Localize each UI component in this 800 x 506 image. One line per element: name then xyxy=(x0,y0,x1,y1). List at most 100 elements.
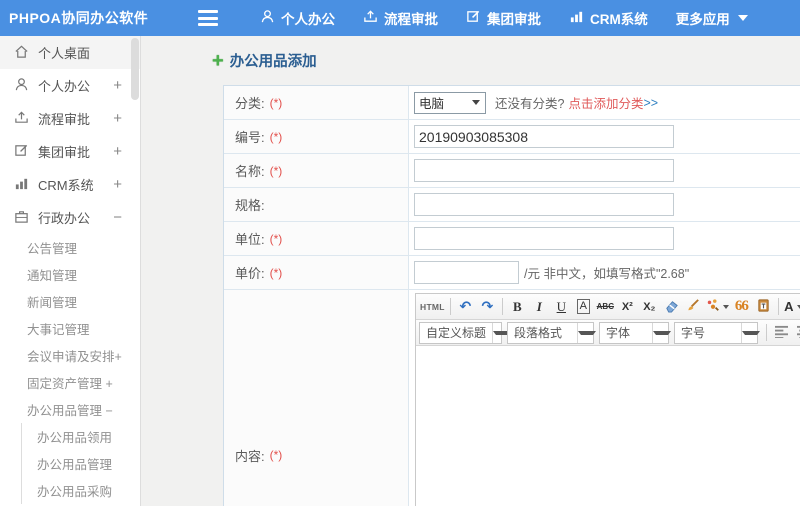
field-label: 规格: xyxy=(224,188,409,221)
form-row-category: 分类: (*) 电脑 还没有分类? 点击添加分类 >> xyxy=(224,86,800,120)
category-select[interactable]: 电脑 xyxy=(414,91,486,114)
nav-crm-system[interactable]: CRM系统 xyxy=(555,0,662,36)
caret-down-icon xyxy=(796,304,800,309)
custom-title-dropdown[interactable]: 自定义标题 xyxy=(419,321,512,344)
field-value: /元 非中文，如填写格式"2.68" xyxy=(409,256,800,289)
add-category-link[interactable]: 点击添加分类 xyxy=(568,93,643,112)
editor-content-area[interactable] xyxy=(416,346,800,506)
sidebar-item-office-supplies-mgmt[interactable]: 办公用品管理 − xyxy=(0,396,140,423)
expand-toggle[interactable]: + xyxy=(113,177,140,192)
brush-icon xyxy=(686,298,701,316)
edit-icon xyxy=(466,9,481,27)
redo-button[interactable]: ↷ xyxy=(477,296,498,317)
price-input[interactable] xyxy=(414,261,519,284)
form-row-content: 内容: (*) HTML ↶ ↷ B I U A ABC X² X₂ 66 A … xyxy=(224,290,800,506)
sidebar-item-label: 行政办公 xyxy=(38,211,91,226)
paragraph-format-dropdown[interactable]: 段落格式 xyxy=(507,321,596,344)
font-size-dropdown[interactable]: 字号 xyxy=(674,321,760,344)
subscript-button[interactable]: X₂ xyxy=(639,296,660,317)
sidebar-item-supplies-claim[interactable]: 办公用品领用 xyxy=(22,423,140,450)
main-content: + 办公用品添加 分类: (*) 电脑 还没有分类? 点击添加分类 >> 编号:… xyxy=(142,36,800,506)
add-plus-icon: + xyxy=(212,49,224,72)
undo-button[interactable]: ↶ xyxy=(455,296,476,317)
italic-button[interactable]: I xyxy=(529,296,550,317)
rich-text-editor: HTML ↶ ↷ B I U A ABC X² X₂ 66 A 自定义标题 段落… xyxy=(415,293,800,506)
format-painter-button[interactable] xyxy=(683,296,704,317)
required-marker: (*) xyxy=(269,448,283,462)
required-marker: (*) xyxy=(269,163,283,178)
unit-input[interactable] xyxy=(414,227,674,250)
strikethrough-button[interactable]: ABC xyxy=(595,296,616,317)
sidebar-item-crm[interactable]: CRM系统 + xyxy=(0,168,140,201)
sidebar-scrollbar-thumb[interactable] xyxy=(131,38,139,100)
clipboard-t-icon xyxy=(756,298,771,316)
app-logo[interactable]: PHPOA协同办公软件 xyxy=(0,8,180,28)
add-category-link-arrows[interactable]: >> xyxy=(643,96,658,110)
user-icon xyxy=(260,9,275,27)
menu-toggle-button[interactable] xyxy=(198,10,220,26)
boxed-a-icon: A xyxy=(576,299,590,314)
nav-group-approval[interactable]: 集团审批 xyxy=(452,0,555,36)
office-supplies-submenu: 办公用品领用 办公用品管理 办公用品采购 xyxy=(21,423,140,504)
sidebar-item-personal-office[interactable]: 个人办公 + xyxy=(0,69,140,102)
form-row-spec: 规格: xyxy=(224,188,800,222)
align-left-button[interactable] xyxy=(771,322,792,343)
label-text: 规格: xyxy=(235,198,265,213)
form-row-price: 单价: (*) /元 非中文，如填写格式"2.68" xyxy=(224,256,800,290)
dropdown-label: 字体 xyxy=(606,326,631,340)
caret-down-icon xyxy=(722,304,729,309)
sidebar-item-workflow-approval[interactable]: 流程审批 + xyxy=(0,102,140,135)
collapse-toggle[interactable]: − xyxy=(113,210,140,225)
blockquote-button[interactable]: 66 xyxy=(731,296,752,317)
nav-workflow-approval[interactable]: 流程审批 xyxy=(349,0,452,36)
field-value xyxy=(409,154,800,187)
bar-chart-icon xyxy=(569,9,584,27)
caret-down-icon xyxy=(652,322,671,343)
code-input[interactable] xyxy=(414,125,674,148)
remove-format-button[interactable] xyxy=(661,296,682,317)
redo-icon: ↷ xyxy=(481,298,494,314)
sidebar-item-events-mgmt[interactable]: 大事记管理 xyxy=(0,315,140,342)
align-center-button[interactable] xyxy=(793,322,800,343)
expand-toggle[interactable]: + xyxy=(113,144,140,159)
sidebar-item-group-approval[interactable]: 集团审批 + xyxy=(0,135,140,168)
nav-label: 更多应用 xyxy=(675,12,730,27)
expand-toggle[interactable]: + xyxy=(113,111,140,126)
toolbar-separator xyxy=(766,324,767,341)
subscript-icon: X₂ xyxy=(643,300,656,313)
sidebar-item-news-mgmt[interactable]: 新闻管理 xyxy=(0,288,140,315)
strikethrough-icon: ABC xyxy=(596,302,614,311)
sidebar-item-notice-mgmt[interactable]: 通知管理 xyxy=(0,261,140,288)
autoformat-button[interactable]: A xyxy=(573,296,594,317)
sidebar-item-announcement-mgmt[interactable]: 公告管理 xyxy=(0,234,140,261)
nav-personal-office[interactable]: 个人办公 xyxy=(246,0,349,36)
bold-button[interactable]: B xyxy=(507,296,528,317)
superscript-button[interactable]: X² xyxy=(617,296,638,317)
nav-more-apps[interactable]: 更多应用 xyxy=(662,0,762,36)
paste-text-button[interactable] xyxy=(753,296,774,317)
font-family-dropdown[interactable]: 字体 xyxy=(599,321,671,344)
sidebar-item-supplies-purchase[interactable]: 办公用品采购 xyxy=(22,477,140,504)
font-color-button[interactable]: A xyxy=(783,296,800,317)
sidebar-item-admin-office[interactable]: 行政办公 − xyxy=(0,201,140,234)
dropdown-label: 段落格式 xyxy=(514,326,563,340)
field-label: 单价: (*) xyxy=(224,256,409,289)
label-text: 编号: xyxy=(235,130,265,145)
underline-button[interactable]: U xyxy=(551,296,572,317)
sidebar-item-meeting-mgmt[interactable]: 会议申请及安排+ xyxy=(0,342,140,369)
auto-typeset-button[interactable] xyxy=(705,296,730,317)
spec-input[interactable] xyxy=(414,193,674,216)
name-input[interactable] xyxy=(414,159,674,182)
sidebar-item-supplies-manage[interactable]: 办公用品管理 xyxy=(22,450,140,477)
sidebar-item-desktop[interactable]: 个人桌面 xyxy=(0,36,140,69)
sidebar-item-label: 个人桌面 xyxy=(38,46,91,61)
html-source-button[interactable]: HTML xyxy=(419,296,446,317)
form-row-name: 名称: (*) xyxy=(224,154,800,188)
align-left-icon xyxy=(774,325,789,341)
label-text: 单价: xyxy=(235,266,265,281)
home-icon xyxy=(14,44,38,62)
quote-icon: 66 xyxy=(734,298,749,314)
sidebar-item-label: 个人办公 xyxy=(38,79,91,94)
toolbar-separator xyxy=(777,298,779,315)
sidebar-item-fixed-assets-mgmt[interactable]: 固定资产管理 + xyxy=(0,369,140,396)
